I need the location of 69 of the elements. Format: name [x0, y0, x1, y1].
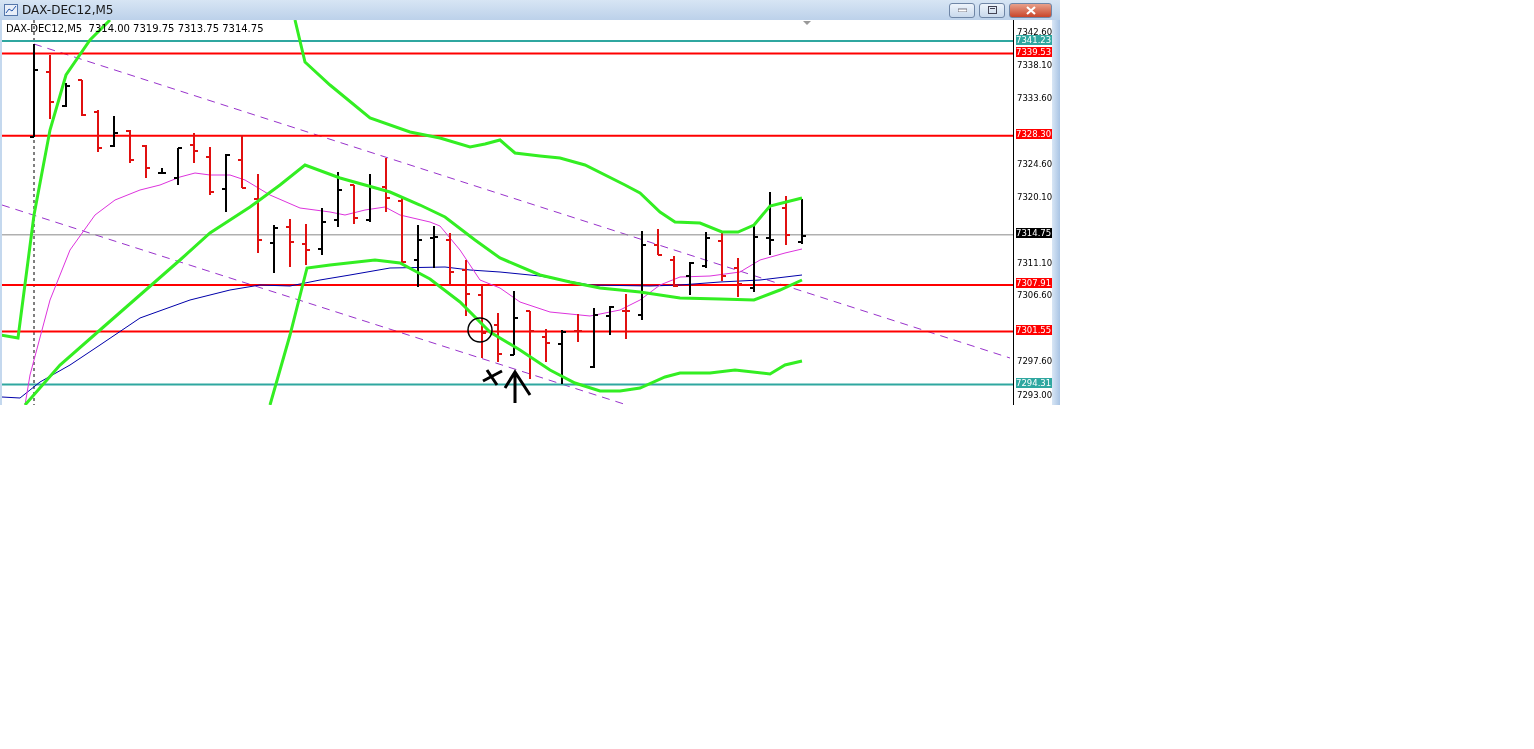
price-bar: [61, 82, 71, 108]
chart-window-icon: [4, 4, 18, 16]
price-bar: [45, 54, 55, 120]
price-bar: [141, 144, 151, 179]
price-tick-label: 7306.60: [1017, 290, 1053, 301]
price-bar: [493, 312, 503, 363]
maximize-icon: [987, 6, 997, 14]
price-bar: [237, 134, 247, 189]
price-bar: [733, 257, 743, 298]
price-bar: [749, 223, 759, 293]
price-bar: [77, 79, 87, 117]
price-tick-label: 7320.10: [1017, 191, 1053, 202]
price-tick-label: 7333.60: [1017, 92, 1053, 103]
price-bar: [621, 293, 631, 340]
price-bar: [717, 230, 727, 282]
price-tick-label: 7338.10: [1017, 59, 1053, 70]
price-bar: [765, 191, 775, 256]
price-bar: [125, 129, 135, 164]
close-icon: [1025, 5, 1036, 15]
price-bar: [397, 196, 407, 266]
price-bar: [509, 290, 519, 356]
cross-mark: [481, 368, 504, 387]
price-bar: [189, 132, 199, 164]
price-bar: [541, 328, 551, 363]
maximize-button[interactable]: [979, 2, 1005, 18]
price-bar: [381, 157, 391, 213]
price-bar: [285, 218, 295, 268]
price-bar: [301, 223, 311, 266]
price-bar: [653, 228, 663, 256]
price-bar: [781, 195, 791, 246]
price-level-label: 7301.55: [1016, 324, 1053, 335]
price-bar: [205, 146, 215, 196]
price-bar: [221, 153, 231, 213]
price-bar: [157, 167, 167, 175]
price-bar: [797, 198, 807, 245]
price-bar: [573, 313, 583, 343]
price-level-label: 7328.30: [1016, 129, 1053, 140]
price-level-label: 7307.91: [1016, 278, 1053, 289]
price-tick-label: 7311.10: [1017, 257, 1053, 268]
price-bar: [269, 224, 279, 274]
price-tick-label: 7293.00: [1017, 390, 1053, 400]
price-bar: [317, 207, 327, 256]
price-level-label: 7339.53: [1016, 46, 1053, 57]
price-tick-label: 7324.60: [1017, 158, 1053, 169]
window-title: DAX-DEC12,M5: [22, 3, 115, 17]
price-bar: [445, 232, 455, 287]
hand-drawn-circle: [467, 317, 493, 343]
price-level-label: 7341.23: [1016, 34, 1053, 45]
price-tick-label: 7297.60: [1017, 356, 1053, 367]
price-bar: [525, 310, 535, 380]
price-level-label: 7314.75: [1016, 228, 1053, 239]
price-bar: [349, 184, 359, 225]
price-bar: [173, 147, 183, 186]
price-bar: [605, 305, 615, 336]
price-bar: [685, 261, 695, 296]
price-bar: [333, 171, 343, 228]
price-bar: [429, 225, 439, 269]
up-arrow: [503, 369, 532, 405]
price-level-label: 7294.31: [1016, 377, 1053, 388]
close-button[interactable]: [1009, 2, 1052, 18]
price-bar: [557, 329, 567, 385]
price-bar: [701, 231, 711, 269]
price-bar: [93, 109, 103, 153]
price-bar: [461, 259, 471, 317]
price-bar: [109, 115, 119, 148]
price-tick-label: 7342.60: [1017, 27, 1053, 37]
price-bar: [413, 224, 423, 288]
price-bar: [589, 307, 599, 369]
price-bar: [669, 255, 679, 288]
